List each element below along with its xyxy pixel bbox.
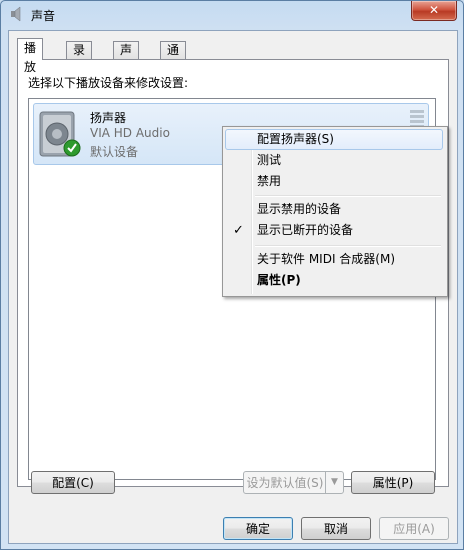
- tab-recording[interactable]: 录制: [66, 41, 93, 74]
- speaker-icon: [39, 111, 81, 157]
- close-button[interactable]: ✕: [411, 1, 457, 21]
- context-menu: 配置扬声器(S) 测试 禁用 显示禁用的设备 ✓ 显示已断开的设备 关于软件 M…: [222, 126, 448, 297]
- ok-button[interactable]: 确定: [223, 517, 293, 540]
- close-icon: ✕: [428, 3, 440, 17]
- properties-button[interactable]: 属性(P): [351, 471, 435, 494]
- device-name: 扬声器: [90, 111, 127, 125]
- menu-item-show-disabled[interactable]: 显示禁用的设备: [225, 199, 443, 220]
- dropdown-arrow-icon[interactable]: ▼: [325, 472, 343, 493]
- tab-sounds[interactable]: 声音: [113, 41, 140, 74]
- set-default-label: 设为默认值(S): [246, 476, 324, 490]
- cancel-button[interactable]: 取消: [301, 517, 371, 540]
- apply-button[interactable]: 应用(A): [379, 517, 449, 540]
- instruction-label: 选择以下播放设备来修改设置:: [28, 76, 189, 90]
- device-driver: VIA HD Audio: [90, 126, 170, 140]
- checkmark-icon: ✓: [233, 223, 244, 238]
- menu-separator: [255, 245, 441, 247]
- menu-separator: [255, 195, 441, 197]
- title-bar[interactable]: 声音 ✕: [1, 1, 463, 29]
- menu-item-properties[interactable]: 属性(P): [225, 270, 443, 291]
- sound-icon: [11, 6, 21, 22]
- menu-item-disable[interactable]: 禁用: [225, 171, 443, 192]
- tab-communications[interactable]: 通信: [160, 41, 187, 74]
- set-default-button[interactable]: 设为默认值(S) ▼: [243, 471, 344, 494]
- menu-item-test[interactable]: 测试: [225, 150, 443, 171]
- menu-item-show-disconnected[interactable]: ✓ 显示已断开的设备: [225, 220, 443, 241]
- menu-item-show-disconnected-label: 显示已断开的设备: [257, 223, 354, 237]
- menu-item-about-midi[interactable]: 关于软件 MIDI 合成器(M): [225, 249, 443, 270]
- device-status: 默认设备: [90, 145, 139, 159]
- configure-button[interactable]: 配置(C): [31, 471, 115, 494]
- window-title: 声音: [31, 9, 56, 23]
- tab-playback[interactable]: 播放: [17, 38, 44, 74]
- menu-item-configure-speakers[interactable]: 配置扬声器(S): [225, 129, 443, 150]
